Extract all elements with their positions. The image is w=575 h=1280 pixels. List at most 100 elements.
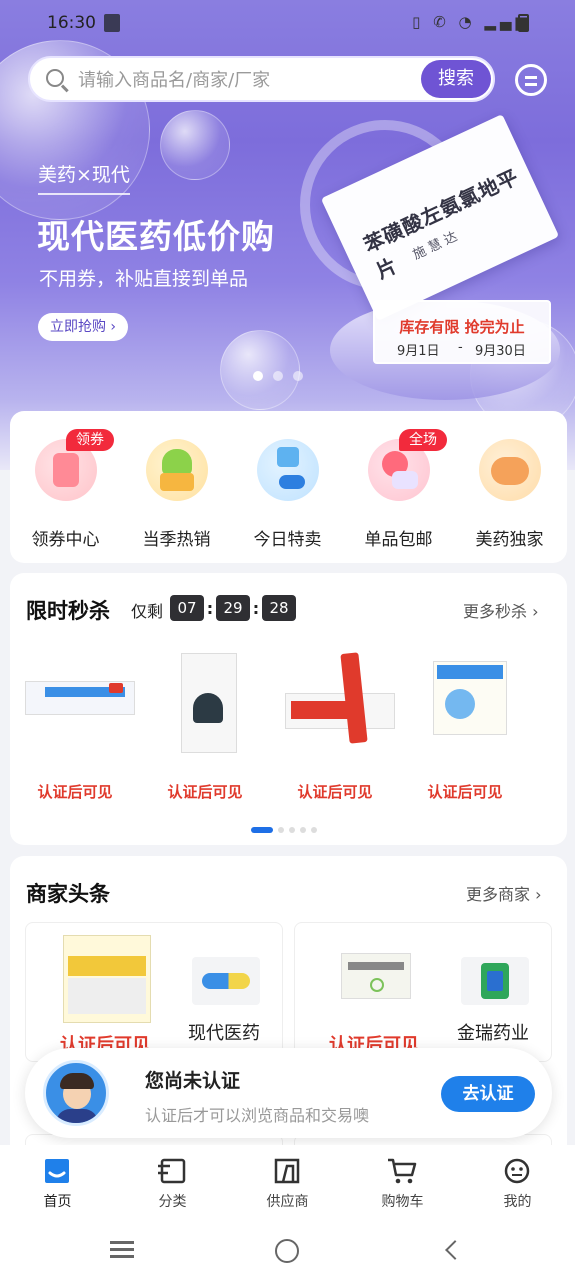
banner-subtitle: 不用券，补贴直接到单品 (39, 268, 249, 290)
category-label: 领券中心 (31, 530, 100, 550)
pager-dot[interactable] (278, 827, 284, 833)
merchant-logo (461, 957, 529, 1005)
merchant-name: 金瑞药业 (457, 1023, 529, 1044)
tab-label: 购物车 (381, 1194, 424, 1210)
product-price: 认证后可见 (37, 783, 113, 801)
plant-icon (146, 439, 208, 501)
date-end: 9月30日 (475, 344, 526, 359)
merchant-card[interactable]: 金瑞药业 认证后可见 (294, 922, 552, 1062)
tab-home[interactable]: 首页 (0, 1145, 115, 1217)
avatar (43, 1060, 109, 1126)
pager-dot[interactable] (311, 827, 317, 833)
bottom-tab-bar: 首页 分类 供应商 购物车 我的 (0, 1145, 575, 1217)
search-input[interactable] (78, 67, 408, 93)
flash-sale-section: 限时秒杀 仅剩 07 : 29 : 28 更多秒杀 › 认证后可见 认证后可见 (10, 573, 567, 845)
product-image (415, 643, 515, 743)
supplier-icon (274, 1158, 300, 1184)
pager-dot[interactable] (251, 827, 273, 833)
countdown-hours: 07 (170, 595, 204, 621)
product-price: 认证后可见 (297, 783, 373, 801)
tab-label: 我的 (503, 1194, 532, 1210)
banner-cta-button[interactable]: 立即抢购 › (38, 313, 128, 341)
flash-product[interactable]: 认证后可见 (400, 643, 530, 801)
tab-category[interactable]: 分类 (115, 1145, 230, 1217)
message-icon[interactable] (515, 64, 547, 96)
tab-label: 分类 (158, 1194, 187, 1210)
category-label: 今日特卖 (253, 530, 322, 550)
flash-pager (251, 827, 317, 833)
tab-cart[interactable]: 购物车 (345, 1145, 460, 1217)
notification-icon (104, 14, 120, 32)
home-button-icon[interactable] (275, 1239, 299, 1263)
profile-icon (504, 1158, 530, 1184)
search-bar[interactable]: 搜索 (28, 56, 495, 102)
product-image (341, 953, 411, 999)
merchant-name: 现代医药 (188, 1023, 260, 1044)
date-separator: - (458, 340, 463, 355)
flash-product[interactable]: 认证后可见 (140, 643, 270, 801)
back-icon[interactable] (445, 1240, 465, 1260)
pager-dot[interactable] (273, 371, 283, 381)
status-time: 16:30 (47, 13, 96, 33)
system-nav-bar (0, 1217, 575, 1280)
category-row: 领券 领券中心 当季热销 今日特卖 全场 单品包邮 美药独家 (10, 411, 567, 563)
countdown-seconds: 28 (262, 595, 296, 621)
flash-product-list: 认证后可见 认证后可见 认证后可见 认证后可见 (10, 643, 567, 801)
category-daily-special[interactable]: 今日特卖 (232, 411, 343, 563)
piggy-bank-icon (479, 439, 541, 501)
verify-subtitle: 认证后才可以浏览商品和交易噢 (145, 1106, 370, 1125)
search-icon (46, 69, 64, 87)
stock-note: 库存有限 抢完为止 (399, 318, 525, 336)
search-button[interactable]: 搜索 (421, 60, 491, 98)
more-flash-sale-label: 更多秒杀 (463, 602, 528, 621)
category-label: 单品包邮 (364, 530, 433, 550)
more-merchants-label: 更多商家 (466, 885, 531, 904)
banner-title: 现代医药低价购 (37, 217, 275, 256)
pager-dot[interactable] (289, 827, 295, 833)
more-flash-sale-link[interactable]: 更多秒杀 › (463, 598, 539, 622)
merchant-news-title: 商家头条 (26, 882, 110, 906)
pager-dot[interactable] (293, 371, 303, 381)
category-badge: 领券 (66, 429, 114, 451)
tab-supplier[interactable]: 供应商 (230, 1145, 345, 1217)
banner-product-name: 苯磺酸左氨氯地平片 (360, 164, 523, 284)
product-image (63, 935, 151, 1023)
tab-label: 供应商 (266, 1194, 309, 1210)
status-bar: 16:30 ▯ ✆ ◔ ▂▄▆ (0, 0, 575, 46)
pager-dot[interactable] (300, 827, 306, 833)
banner-tag: 美药×现代 (38, 160, 130, 195)
merchant-card[interactable]: 现代医药 认证后可见 (25, 922, 283, 1062)
verify-title: 您尚未认证 (145, 1070, 241, 1092)
category-exclusive[interactable]: 美药独家 (454, 411, 565, 563)
recent-apps-icon[interactable] (110, 1241, 134, 1244)
tab-profile[interactable]: 我的 (460, 1145, 575, 1217)
product-image (25, 643, 135, 743)
product-price: 认证后可见 (167, 783, 243, 801)
pager-dot[interactable] (253, 371, 263, 381)
category-badge: 全场 (399, 429, 447, 451)
remaining-label: 仅剩 (131, 602, 164, 621)
verify-button[interactable]: 去认证 (441, 1076, 535, 1112)
signal-icons: ▯ ✆ ◔ ▂▄▆ (412, 13, 531, 31)
category-seasonal-hot[interactable]: 当季热销 (121, 411, 232, 563)
merchant-logo (192, 957, 260, 1005)
date-start: 9月1日 (397, 344, 440, 359)
category-free-shipping[interactable]: 全场 单品包邮 (343, 411, 454, 563)
category-label: 美药独家 (475, 530, 544, 550)
verification-prompt: 您尚未认证 认证后才可以浏览商品和交易噢 去认证 (25, 1048, 552, 1138)
decorative-bubble (220, 330, 300, 410)
flash-product[interactable]: 认证后可见 (10, 643, 140, 801)
cart-icon (388, 1158, 417, 1184)
flash-sale-title: 限时秒杀 (26, 599, 110, 623)
category-label: 当季热销 (142, 530, 211, 550)
home-icon (45, 1159, 69, 1183)
decorative-bubble (160, 110, 230, 180)
special-tag-icon (257, 439, 319, 501)
tab-label: 首页 (43, 1194, 72, 1210)
countdown-minutes: 29 (216, 595, 250, 621)
flash-product[interactable]: 认证后可见 (270, 643, 400, 801)
product-image (155, 643, 255, 753)
banner-cta-label: 立即抢购 (49, 319, 106, 335)
category-coupon-center[interactable]: 领券 领券中心 (10, 411, 121, 563)
more-merchants-link[interactable]: 更多商家 › (466, 881, 542, 905)
